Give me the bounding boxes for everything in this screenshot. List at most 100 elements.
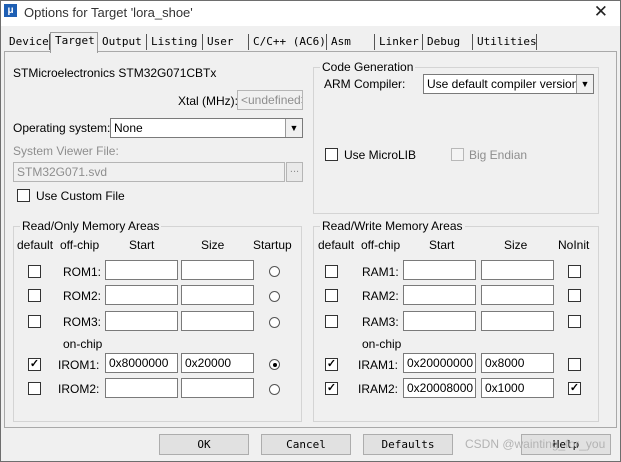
ram-header-size: Size	[504, 238, 528, 252]
xtal-label: Xtal (MHz):	[178, 94, 238, 108]
rom-onchip-label: on-chip	[63, 337, 103, 351]
xtal-input[interactable]: <undefined>	[237, 90, 303, 110]
svd-input[interactable]: STM32G071.svd	[13, 162, 285, 182]
irom2-size-input[interactable]	[181, 378, 254, 398]
irom1-start-input[interactable]: 0x8000000	[105, 353, 178, 373]
target-pane: STMicroelectronics STM32G071CBTx Xtal (M…	[4, 51, 617, 428]
iram1-size-input[interactable]: 0x8000	[481, 353, 554, 373]
ram1-start-input[interactable]	[403, 260, 476, 280]
iram1-noinit-checkbox[interactable]	[568, 358, 581, 371]
ram2-size-input[interactable]	[481, 285, 554, 305]
close-icon[interactable]: ✕	[594, 2, 608, 22]
chevron-down-icon[interactable]: ▼	[285, 119, 302, 137]
checkmark-icon: ✓	[569, 382, 580, 394]
os-select[interactable]: None ▼	[110, 118, 303, 138]
use-custom-file-label: Use Custom File	[36, 189, 125, 203]
readwrite-memory-group: Read/Write Memory Areas default off-chip…	[313, 219, 599, 422]
irom2-label: IROM2:	[58, 382, 100, 396]
ram3-size-input[interactable]	[481, 311, 554, 331]
os-label: Operating system:	[13, 121, 111, 135]
rom-header-start: Start	[129, 238, 155, 252]
tab-debug[interactable]: Debug	[423, 34, 473, 50]
tab-user[interactable]: User	[203, 34, 249, 50]
tab-linker[interactable]: Linker	[375, 34, 423, 50]
cancel-button[interactable]: Cancel	[261, 434, 351, 455]
rom1-startup-radio[interactable]	[269, 266, 280, 277]
tab-asm[interactable]: Asm	[327, 34, 375, 50]
use-custom-file-checkbox[interactable]	[17, 189, 30, 202]
irom2-default-checkbox[interactable]	[28, 382, 41, 395]
rom3-start-input[interactable]	[105, 311, 178, 331]
rom2-startup-radio[interactable]	[269, 291, 280, 302]
ok-button[interactable]: OK	[159, 434, 249, 455]
compiler-select-value: Use default compiler version 6	[427, 77, 589, 91]
iram1-start-input[interactable]: 0x20000000	[403, 353, 476, 373]
iram2-size-input[interactable]: 0x1000	[481, 378, 554, 398]
ram2-label: RAM2:	[362, 289, 399, 303]
ram1-default-checkbox[interactable]	[325, 265, 338, 278]
rom1-label: ROM1:	[63, 265, 102, 279]
use-microlib-checkbox[interactable]	[325, 148, 338, 161]
rom-header-size: Size	[201, 238, 225, 252]
compiler-select[interactable]: Use default compiler version 6 ▼	[423, 74, 594, 94]
defaults-button[interactable]: Defaults	[363, 434, 453, 455]
rom-header-startup: Startup	[253, 238, 292, 252]
irom2-startup-radio[interactable]	[269, 384, 280, 395]
os-select-value: None	[114, 121, 143, 135]
rom2-start-input[interactable]	[105, 285, 178, 305]
ram1-label: RAM1:	[362, 265, 399, 279]
ram1-noinit-checkbox[interactable]	[568, 265, 581, 278]
tab-c-cpp[interactable]: C/C++ (AC6)	[249, 34, 327, 50]
ram1-size-input[interactable]	[481, 260, 554, 280]
rom2-size-input[interactable]	[181, 285, 254, 305]
iram2-default-checkbox[interactable]: ✓	[325, 382, 338, 395]
code-generation-title: Code Generation	[320, 60, 416, 74]
big-endian-checkbox	[451, 148, 464, 161]
ram2-default-checkbox[interactable]	[325, 289, 338, 302]
svd-browse-button[interactable]: ...	[286, 162, 303, 182]
checkmark-icon: ✓	[29, 358, 40, 370]
rom1-default-checkbox[interactable]	[28, 265, 41, 278]
iram2-noinit-checkbox[interactable]: ✓	[568, 382, 581, 395]
svd-label: System Viewer File:	[13, 144, 119, 158]
irom1-label: IROM1:	[58, 358, 100, 372]
rom-header-offchip: off-chip	[60, 238, 100, 252]
tab-target[interactable]: Target	[50, 32, 98, 53]
rom3-size-input[interactable]	[181, 311, 254, 331]
irom1-startup-radio[interactable]	[269, 359, 280, 370]
ram3-noinit-checkbox[interactable]	[568, 315, 581, 328]
irom2-start-input[interactable]	[105, 378, 178, 398]
ram-onchip-label: on-chip	[362, 337, 402, 351]
rom1-size-input[interactable]	[181, 260, 254, 280]
title-bar: μ Options for Target 'lora_shoe' ✕	[1, 1, 620, 26]
readonly-memory-group: Read/Only Memory Areas default off-chip …	[13, 219, 302, 422]
tab-utilities[interactable]: Utilities	[473, 34, 537, 50]
ram-header-noinit: NoInit	[558, 238, 590, 252]
keil-app-icon: μ	[4, 4, 17, 17]
tab-device[interactable]: Device	[5, 34, 50, 50]
ram2-noinit-checkbox[interactable]	[568, 289, 581, 302]
rom3-startup-radio[interactable]	[269, 317, 280, 328]
readonly-memory-title: Read/Only Memory Areas	[20, 219, 162, 233]
watermark: CSDN @wainting_for_you	[465, 437, 606, 451]
irom1-default-checkbox[interactable]: ✓	[28, 358, 41, 371]
tab-listing[interactable]: Listing	[147, 34, 203, 50]
ram3-label: RAM3:	[362, 315, 399, 329]
checkmark-icon: ✓	[326, 382, 337, 394]
ram3-default-checkbox[interactable]	[325, 315, 338, 328]
ram3-start-input[interactable]	[403, 311, 476, 331]
irom1-size-input[interactable]: 0x20000	[181, 353, 254, 373]
chevron-down-icon[interactable]: ▼	[576, 75, 593, 93]
iram2-label: IRAM2:	[358, 382, 399, 396]
code-generation-group: Code Generation ARM Compiler: Use defaul…	[313, 60, 599, 214]
ram-header-default: default	[318, 238, 355, 252]
rom3-default-checkbox[interactable]	[28, 315, 41, 328]
rom2-default-checkbox[interactable]	[28, 289, 41, 302]
iram1-default-checkbox[interactable]: ✓	[325, 358, 338, 371]
tab-output[interactable]: Output	[98, 34, 147, 50]
ram-header-offchip: off-chip	[361, 238, 401, 252]
big-endian-label: Big Endian	[469, 148, 528, 162]
ram2-start-input[interactable]	[403, 285, 476, 305]
rom1-start-input[interactable]	[105, 260, 178, 280]
iram2-start-input[interactable]: 0x20008000	[403, 378, 476, 398]
